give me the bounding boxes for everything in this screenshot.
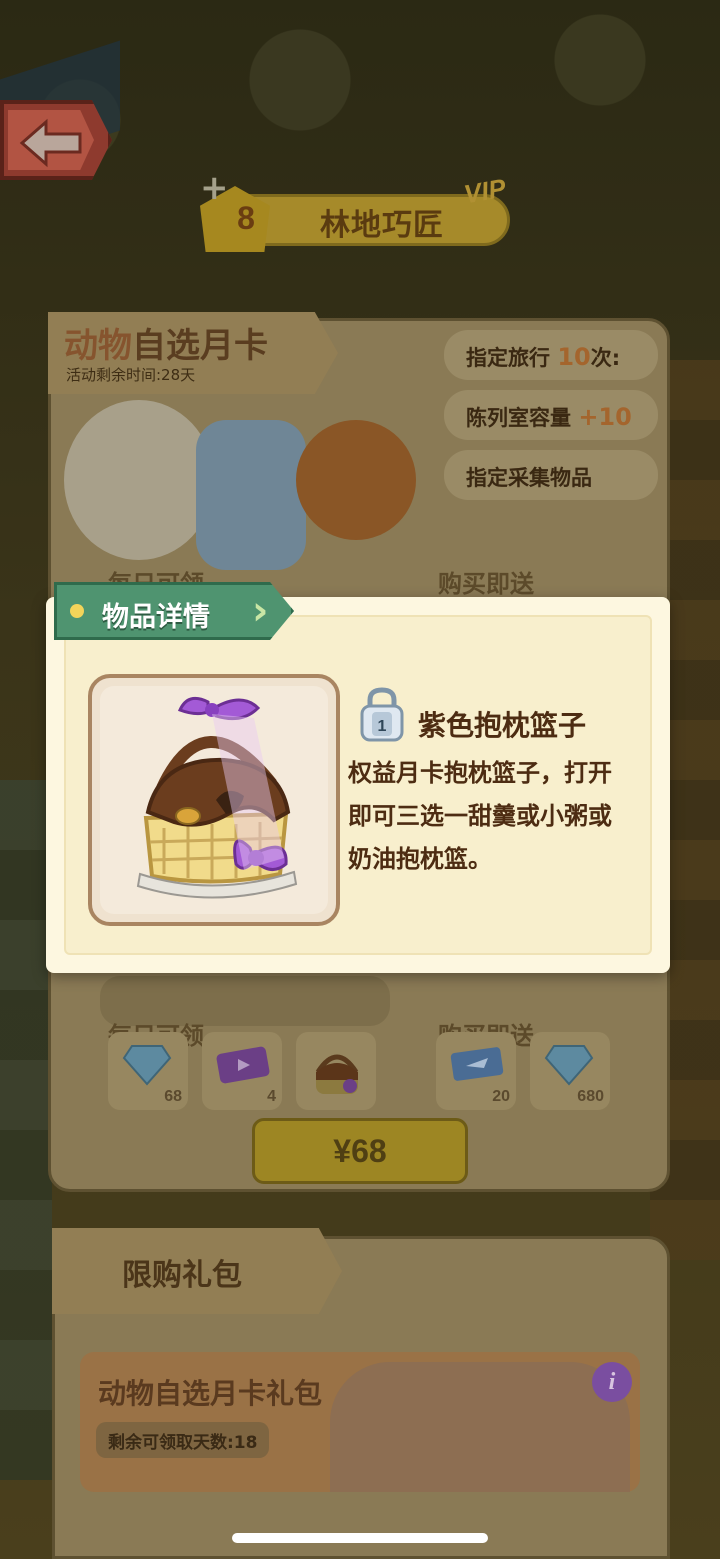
perk-collect-item: 指定采集物品	[444, 450, 658, 500]
gift-card-title: 动物自选月卡礼包	[98, 1377, 323, 1410]
popup-title: 物品详情	[102, 602, 210, 633]
diamond-icon	[544, 1045, 594, 1086]
travel-ticket-icon	[450, 1047, 504, 1081]
gift-days-remaining: 剩余可领取天数:18	[96, 1422, 270, 1458]
bear-mascot	[296, 420, 416, 540]
pillow-basket-icon	[315, 1054, 359, 1094]
lock-level-number: 1	[378, 718, 387, 735]
item-image-frame	[88, 674, 340, 926]
purchase-reward-travel-ticket[interactable]: 20	[436, 1032, 516, 1110]
info-icon[interactable]: i	[592, 1362, 632, 1402]
purchase-reward-diamond[interactable]: 680	[530, 1032, 610, 1110]
gift-mascots	[330, 1362, 630, 1492]
limited-gift-tab-label: 限购礼包	[122, 1258, 242, 1293]
item-description: 权益月卡抱枕篮子，打开即可三选一甜羹或小粥或奶油抱枕篮。	[348, 759, 612, 873]
perk-travel: 指定旅行 10次:	[444, 330, 658, 380]
home-indicator[interactable]	[232, 1533, 488, 1543]
back-button[interactable]	[0, 100, 112, 180]
month-card-title: 动物自选月卡	[64, 326, 268, 366]
activity-remaining-time: 活动剩余时间:28天	[66, 366, 196, 384]
buy-price-button[interactable]: ¥68	[252, 1118, 468, 1184]
daily-reward-video-ticket[interactable]: 4	[202, 1032, 282, 1110]
daily-reward-pillow-basket[interactable]	[296, 1032, 376, 1110]
level-banner[interactable]: + 8 林地巧匠 VIP	[200, 168, 520, 252]
rabbit-mascot	[196, 420, 306, 570]
scene-buildings-left	[0, 780, 52, 1480]
purple-pillow-basket-icon	[136, 696, 298, 899]
chevron-right-icon: ›	[252, 588, 269, 634]
sheep-mascot	[64, 400, 214, 560]
video-ticket-icon	[216, 1046, 270, 1084]
purchase-label-top: 购买即送	[438, 570, 534, 598]
level-title: 林地巧匠	[320, 208, 444, 243]
diamond-icon	[122, 1045, 172, 1086]
level-number: 8	[237, 200, 255, 236]
daily-reward-diamond[interactable]: 68	[108, 1032, 188, 1110]
back-arrow-icon	[19, 118, 82, 168]
item-name: 紫色抱枕篮子	[418, 709, 587, 742]
perk-display-capacity: 陈列室容量 +10	[444, 390, 658, 440]
lock-level-icon: 1	[360, 687, 404, 742]
header-dot-icon	[70, 604, 84, 618]
